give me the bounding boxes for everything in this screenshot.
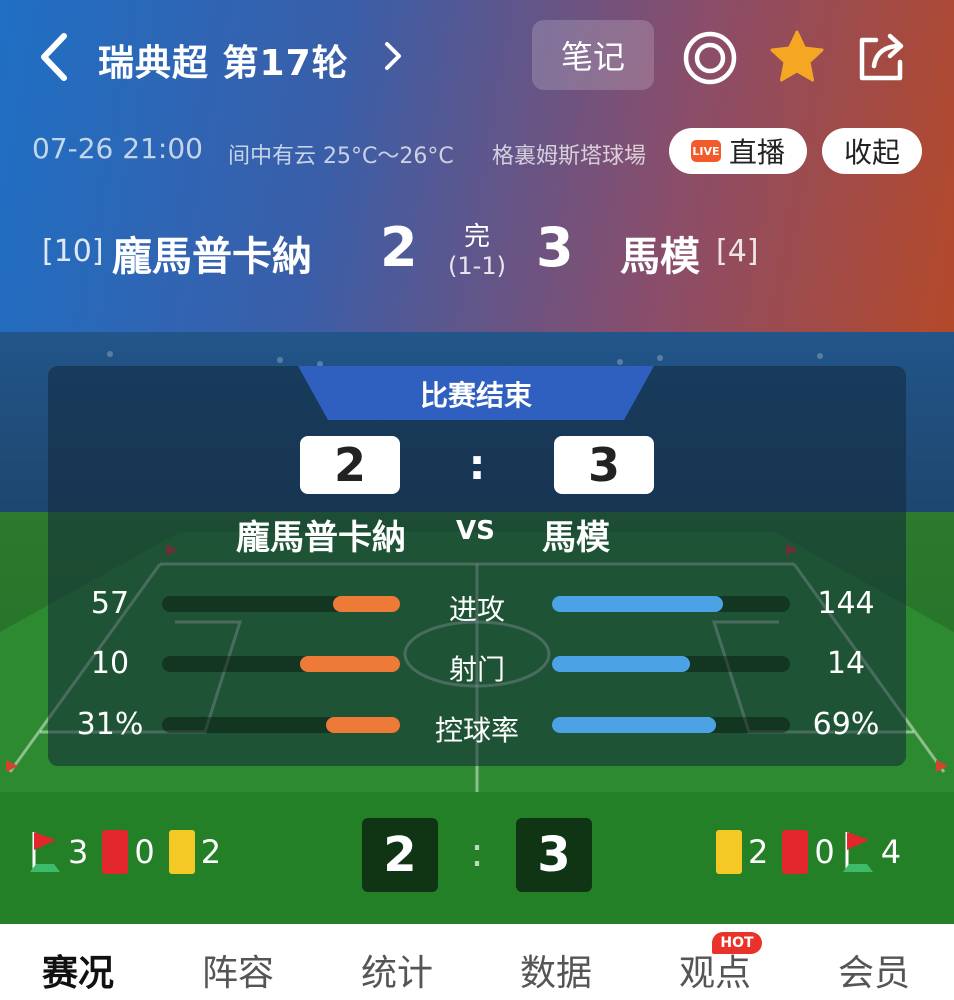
tab-live[interactable]: 赛况 [18,944,138,996]
tab-data[interactable]: 数据 [496,944,616,996]
share-icon[interactable] [852,28,910,86]
stat-label: 控球率 [434,714,519,747]
star-icon[interactable] [768,28,826,86]
tab-stats[interactable]: 统计 [337,944,457,996]
half-time-score: (1-1) [448,252,506,280]
away-stat-bar [552,717,790,733]
back-button[interactable] [30,30,80,84]
back-chevron-icon [41,33,67,81]
vs-label: VS [456,516,495,546]
away-stat-bar [552,596,790,612]
hot-badge: HOT [712,932,762,954]
home-stat-bar [162,656,400,672]
scoreline: [10] 龐馬普卡納 2 完 (1-1) 3 馬模 [4] [0,214,954,294]
stat-row-possession: 31% 控球率 69% [0,703,954,747]
home-team-name[interactable]: 龐馬普卡納 [112,224,312,282]
home-stat-fill [333,596,400,612]
summary-away-score: 3 [516,818,592,892]
live-label: 直播 [728,136,785,169]
red-card-icon [782,830,809,874]
stat-label: 射门 [448,653,505,686]
match-status: 完 [463,222,490,252]
away-stat-fill [552,656,691,672]
red-card-icon [102,830,129,874]
away-score: 3 [536,216,574,279]
match-info: 07-26 21:00 间中有云 25°C～26°C 格裏姆斯塔球場 [32,132,646,169]
stat-home-value: 10 [90,646,130,681]
away-rank: [4] [716,234,759,269]
live-button[interactable]: LIVE 直播 [669,128,807,174]
summary-score-colon: : [470,830,484,876]
corner-flag-icon [30,832,60,872]
match-finished-banner: 比赛结束 [419,379,532,412]
home-score: 2 [380,216,418,279]
home-stat-bar [162,596,400,612]
stat-home-value: 57 [90,586,130,621]
bottom-tab-bar: 赛况 阵容 统计 数据 观点 HOT 会员 [0,924,954,1000]
target-icon[interactable] [682,30,738,86]
home-red-count: 0 [134,833,155,871]
away-team-name[interactable]: 馬模 [620,224,700,282]
tab-lineup[interactable]: 阵容 [178,944,298,996]
away-stat-fill [552,596,724,612]
away-corners-count: 4 [880,833,902,871]
top-bar: 瑞典超 第17轮 笔记 [0,18,954,96]
venue-text: 格裏姆斯塔球場 [492,144,647,169]
stat-row-attack: 57 进攻 144 [0,582,954,626]
stat-away-value: 144 [817,586,875,621]
tab-membership[interactable]: 会员 [814,944,934,996]
chevron-right-icon[interactable] [378,36,408,76]
notes-button[interactable]: 笔记 [532,20,654,90]
stat-home-value: 31% [76,707,144,742]
stat-away-value: 14 [826,646,866,681]
yellow-card-icon [716,830,742,874]
stat-row-shots: 10 射门 14 [0,642,954,686]
home-corners-count: 3 [68,833,89,871]
board-score-colon: : [468,440,486,489]
kickoff-time: 07-26 21:00 [32,132,203,165]
board-home-team: 龐馬普卡納 [236,518,406,558]
stat-away-value: 69% [812,707,880,742]
stat-label: 进攻 [448,593,505,626]
home-cards-summary: 3 0 2 [28,826,221,878]
summary-home-score: 2 [362,818,438,892]
away-stat-fill [552,717,717,733]
yellow-card-icon [168,830,195,874]
board-home-score: 2 [300,436,400,494]
home-stat-bar [162,717,400,733]
home-stat-fill [300,656,400,672]
home-yellow-count: 2 [200,833,222,871]
collapse-button[interactable]: 收起 [822,128,922,174]
weather-text: 间中有云 25°C～26°C [228,144,454,169]
board-away-team: 馬模 [542,518,610,558]
home-rank: [10] [42,234,104,269]
league-round-title[interactable]: 瑞典超 第17轮 [98,34,349,86]
board-away-score: 3 [554,436,654,494]
corner-flag-icon [842,832,873,872]
live-tv-icon: LIVE [690,140,721,162]
away-stat-bar [552,656,790,672]
home-stat-fill [326,717,400,733]
away-cards-summary: 2 0 4 [702,826,901,878]
away-yellow-count: 2 [748,833,769,871]
away-red-count: 0 [814,833,835,871]
